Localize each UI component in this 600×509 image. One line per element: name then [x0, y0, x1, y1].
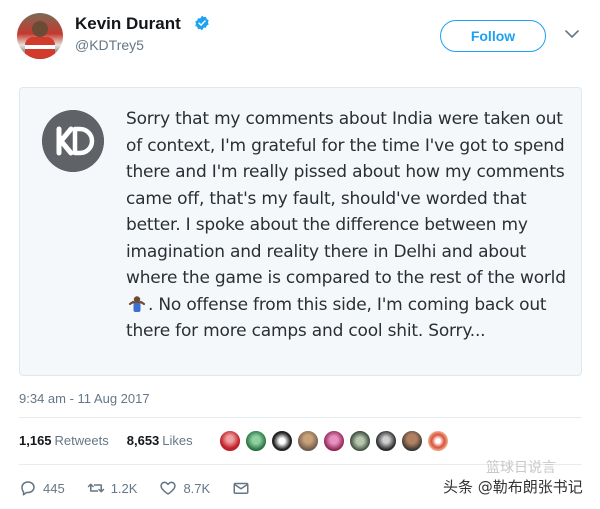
verified-badge-icon — [195, 15, 209, 31]
tweet-timestamp[interactable]: 9:34 am - 11 Aug 2017 — [19, 391, 150, 406]
avatar-stripe — [25, 45, 55, 49]
tweet-text-part2: . No offense from this side, I'm coming … — [126, 294, 547, 342]
profile-avatar[interactable] — [17, 13, 63, 59]
tweet-text-part1: Sorry that my comments about India were … — [126, 109, 566, 288]
retweet-icon — [87, 483, 104, 493]
divider — [19, 417, 582, 418]
envelope-icon — [233, 482, 249, 494]
person-shrugging-emoji-icon — [128, 295, 146, 312]
likes-label[interactable]: Likes — [162, 433, 192, 448]
retweets-label[interactable]: Retweets — [55, 433, 109, 448]
liker-avatar[interactable] — [297, 430, 319, 452]
liker-avatar[interactable] — [401, 430, 423, 452]
source-watermark: 头条 @勒布朗张书记 — [443, 478, 583, 496]
retweet-count: 1.2K — [110, 480, 138, 496]
liker-avatar[interactable] — [271, 430, 293, 452]
liker-avatars — [219, 430, 449, 452]
reply-icon — [21, 481, 35, 496]
likes-count[interactable]: 8,653 — [127, 433, 160, 448]
tweet-image-card[interactable]: Sorry that my comments about India were … — [19, 87, 582, 376]
retweets-count[interactable]: 1,165 — [19, 433, 52, 448]
direct-message-button[interactable] — [232, 479, 250, 497]
follow-button[interactable]: Follow — [440, 20, 546, 52]
liker-avatar[interactable] — [427, 430, 449, 452]
liker-avatar[interactable] — [349, 430, 371, 452]
faint-watermark: 篮球日说言 — [486, 460, 556, 476]
user-handle[interactable]: @KDTrey5 — [75, 37, 144, 53]
reply-count: 445 — [43, 480, 65, 496]
tweet-actions: 445 1.2K 8.7K — [19, 479, 272, 497]
display-name[interactable]: Kevin Durant — [75, 14, 181, 34]
liker-avatar[interactable] — [323, 430, 345, 452]
liker-avatar[interactable] — [219, 430, 241, 452]
kd-logo-icon — [42, 110, 104, 172]
tweet-stats: 1,165 Retweets 8,653 Likes — [19, 433, 193, 448]
chevron-down-icon[interactable] — [565, 29, 579, 39]
liker-avatar[interactable] — [375, 430, 397, 452]
heart-icon — [160, 481, 177, 495]
liker-avatar[interactable] — [245, 430, 267, 452]
like-button[interactable]: 8.7K — [159, 479, 210, 497]
retweet-button[interactable]: 1.2K — [87, 479, 138, 497]
avatar-face — [32, 21, 48, 37]
like-count: 8.7K — [183, 480, 211, 496]
reply-button[interactable]: 445 — [19, 479, 65, 497]
tweet-text: Sorry that my comments about India were … — [126, 106, 566, 345]
